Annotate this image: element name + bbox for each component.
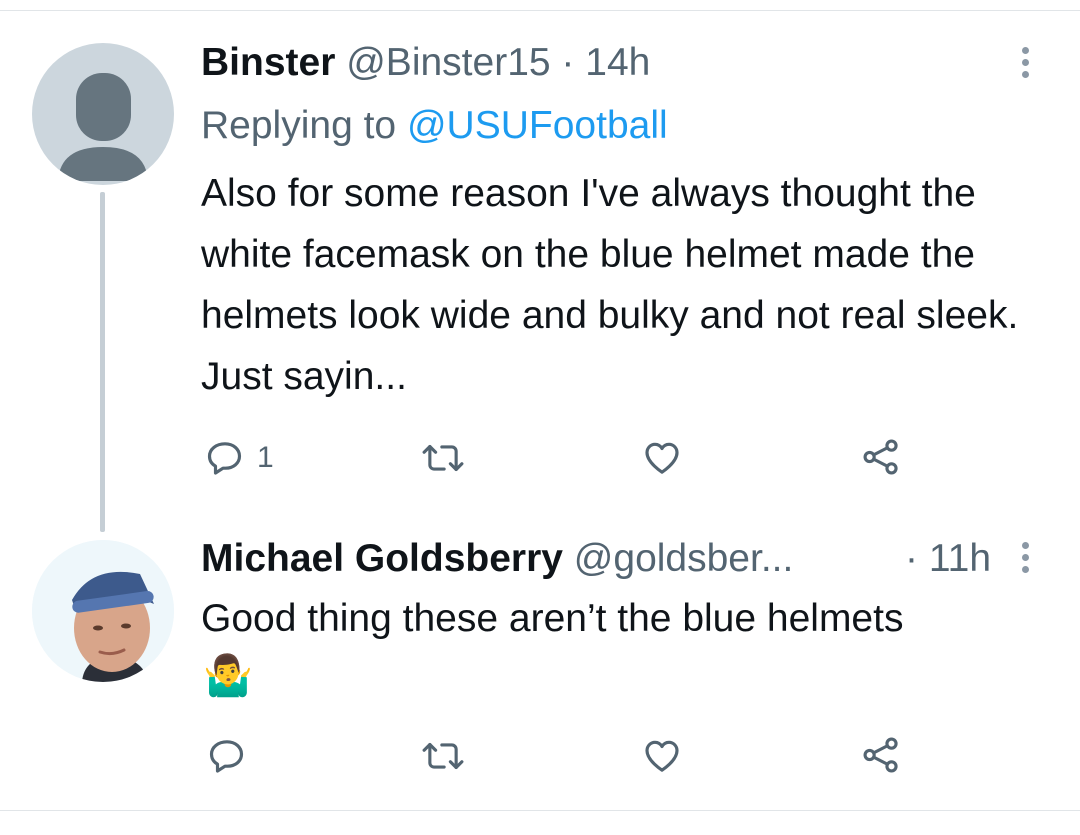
like-button[interactable] [641,736,683,776]
default-avatar-icon [58,73,148,181]
like-button[interactable] [641,438,683,478]
tweet-time: · 11h [905,536,991,582]
retweet-icon [422,742,464,770]
retweet-button[interactable] [420,736,466,776]
like-icon [645,740,679,772]
tweet-header: Michael Goldsberry @goldsber... [201,536,793,582]
share-icon [863,737,898,773]
share-icon [863,439,898,475]
share-button[interactable] [860,734,902,776]
separator: · [561,41,575,84]
avatar-binster[interactable] [32,43,174,185]
reply-button[interactable] [207,736,247,776]
tweet-text: Good thing these aren’t the blue helmets [201,597,904,640]
replying-to: Replying to @USUFootball [201,103,668,149]
display-name[interactable]: Binster [201,41,335,84]
display-name[interactable]: Michael Goldsberry [201,537,563,580]
reply-icon [209,740,244,773]
shrug-emoji: 🤷‍♂️ [203,654,253,698]
profile-photo-icon [32,540,174,682]
retweet-button[interactable] [420,438,466,478]
tweet-header: Binster @Binster15 · 14h [201,40,650,86]
thread-connector-line [100,192,105,532]
share-button[interactable] [860,436,902,478]
more-icon[interactable] [1019,47,1031,83]
replying-to-link[interactable]: @USUFootball [407,104,668,147]
like-icon [645,442,679,474]
reply-count: 1 [257,441,274,474]
avatar-michael-goldsberry[interactable] [32,540,174,682]
bottom-divider [0,810,1080,811]
more-icon[interactable] [1019,542,1031,578]
user-handle[interactable]: @Binster15 [346,41,550,84]
retweet-icon [422,444,464,472]
top-divider [0,10,1080,11]
separator: · [905,537,918,580]
tweet-text: Also for some reason I've always thought… [201,172,1019,398]
user-handle[interactable]: @goldsber... [574,537,794,580]
replying-prefix: Replying to [201,104,397,147]
timestamp[interactable]: 14h [585,41,650,84]
timestamp[interactable]: 11h [929,537,991,580]
reply-button[interactable]: 1 [205,438,274,478]
reply-icon [207,442,242,475]
